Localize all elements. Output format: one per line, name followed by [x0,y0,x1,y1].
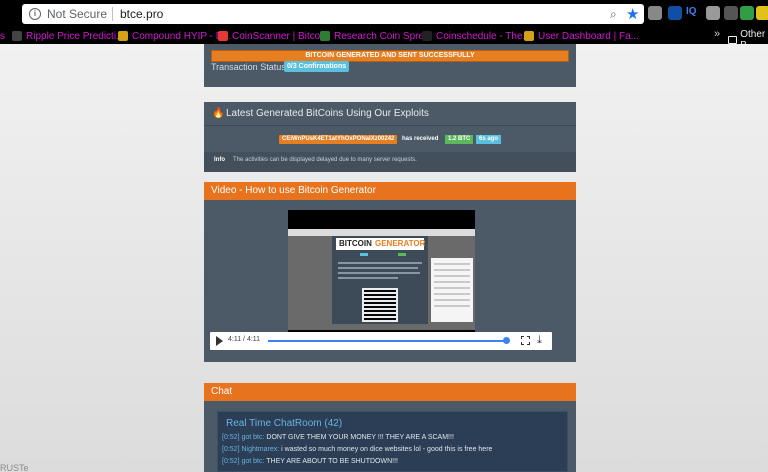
chat-room[interactable]: Real Time ChatRoom (42) [0:52] got btc: … [217,411,568,472]
download-icon[interactable]: ⤓ [537,334,542,347]
zoom-icon[interactable]: ⌕ [610,7,617,22]
bookmark-label: CoinScanner | Bitcoi... [232,30,331,42]
chat-message: [0:52] Nightmarex: i wasted so much mone… [222,446,492,453]
wallet-address-badge: CEiWnPUsK4ET1atYhOxPONaIXz00242 [279,135,398,144]
bookmark-item[interactable]: Ripple Price Predicti... [12,29,124,43]
video-page-preview: BITCOIN GENERATOR [332,236,428,324]
bookmark-label: Ripple Price Predicti... [26,30,125,42]
bookmark-item[interactable]: s [0,29,5,43]
chat-message: [0:52] got btc: THEY ARE ABOUT TO BE SHU… [222,458,398,465]
received-label: has received [402,136,439,142]
video-text-line [338,267,418,269]
bookmark-item[interactable]: User Dashboard | Fa... [524,29,639,43]
video-badge [360,253,368,256]
extension-icon[interactable] [724,6,738,20]
security-label: Not Secure [47,7,108,21]
video-text-line [338,277,398,279]
panel-title: Video - How to use Bitcoin Generator [211,185,376,196]
favicon-icon [218,31,228,41]
panel-title: Latest Generated BitCoins Using Our Expl… [226,108,429,119]
bookmarks-overflow-icon[interactable]: » [714,28,720,40]
video-browser-bar [288,229,475,236]
info-row: Info The activities can be displayed del… [204,152,576,172]
corner-label: RUSTe [0,463,29,472]
panel-header: Chat [204,383,576,401]
chat-message-user[interactable]: got btc: [241,434,264,441]
flame-icon: 🔥 [212,108,225,119]
chat-message-text: DONT GIVE THEM YOUR MONEY !!! THEY ARE A… [266,434,454,441]
video-time: 4:11 / 4:11 [228,336,261,343]
page-content: BITCOIN GENERATED AND SENT SUCCESSFULLY … [0,44,768,472]
extension-icon[interactable] [648,6,662,20]
bookmark-item[interactable]: Coinschedule - The... [422,29,531,43]
video-controls: 4:11 / 4:11 ⤓ [210,332,552,350]
generated-banner: BITCOIN GENERATED AND SENT SUCCESSFULLY [211,50,569,62]
folder-icon [728,36,738,44]
extension-icon[interactable] [668,6,682,20]
chat-panel: Chat Real Time ChatRoom (42) [0:52] got … [204,383,576,472]
info-label: Info [214,157,225,163]
panel-title: Chat [211,386,233,397]
bookmarks-bar: s Ripple Price Predicti... Compound HYIP -… [0,28,768,51]
browser-toolbar: i Not Secure btce.pro ⌕ ★ IQ [0,0,768,28]
latest-bitcoins-panel: 🔥 Latest Generated BitCoins Using Our Ex… [204,102,576,172]
panel-header: 🔥 Latest Generated BitCoins Using Our Ex… [204,102,576,126]
video-text-line [338,262,422,264]
status-panel: BITCOIN GENERATED AND SENT SUCCESSFULLY … [204,44,576,87]
play-icon[interactable] [216,336,223,346]
chat-message-text: i wasted so much money on dice websites … [281,446,493,453]
bookmark-item[interactable]: Research Coin Spre... [320,29,432,43]
bookmark-star-icon[interactable]: ★ [626,5,639,23]
extension-icon[interactable] [706,6,720,20]
age-badge: 6s ago [476,135,502,144]
bookmark-label: Research Coin Spre... [334,30,433,42]
bookmark-label: s [0,30,5,42]
bookmark-label: Coinschedule - The... [436,30,531,42]
chat-message-time: [0:52] [222,446,240,453]
amount-badge: 1.2 BTC [445,135,474,144]
video-popup [431,258,473,322]
extension-icon[interactable] [740,6,754,20]
chat-message-text: THEY ARE ABOUT TO BE SHUTDOWN!!! [266,458,398,465]
extension-icon[interactable] [756,6,768,20]
bookmark-label: Compound HYIP - D... [132,30,232,42]
chat-message-user[interactable]: got btc: [241,458,264,465]
confirmations-badge: 0/3 Confirmations [284,61,350,72]
favicon-icon [12,31,22,41]
address-bar[interactable]: i Not Secure btce.pro ⌕ ★ [22,4,644,24]
logo-part-a: BITCOIN [339,239,372,248]
chat-room-title: Real Time ChatRoom (42) [226,418,343,429]
logo-part-b: GENERATOR [375,239,426,248]
bookmark-item[interactable]: CoinScanner | Bitcoi... [218,29,331,43]
favicon-icon [320,31,330,41]
video-player[interactable]: BITCOIN GENERATOR [288,210,475,332]
chat-message-time: [0:52] [222,434,240,441]
video-logo: BITCOIN GENERATOR [336,238,426,250]
qr-code [362,288,398,322]
favicon-icon [524,31,534,41]
favicon-icon [422,31,432,41]
transaction-status-label: Transaction Status: [211,62,289,72]
bookmark-label: User Dashboard | Fa... [538,30,639,42]
bookmark-item[interactable]: Compound HYIP - D... [118,29,231,43]
favicon-icon [118,31,128,41]
video-badge [398,253,406,256]
seek-bar[interactable] [268,340,506,342]
info-text: The activities can be displayed delayed … [233,157,417,163]
info-icon[interactable]: i [29,8,41,20]
video-frame: BITCOIN GENERATOR [288,229,475,330]
video-text-line [338,272,420,274]
address-separator [112,7,113,21]
seek-handle[interactable] [503,337,510,344]
chat-message: [0:52] got btc: DONT GIVE THEM YOUR MONE… [222,434,454,441]
chat-message-time: [0:52] [222,458,240,465]
chat-message-user[interactable]: Nightmarex: [241,446,279,453]
panel-header: Video - How to use Bitcoin Generator [204,182,576,200]
url-text[interactable]: btce.pro [120,7,163,21]
fullscreen-icon[interactable] [521,336,530,345]
iq-extension-icon[interactable]: IQ [686,6,700,20]
